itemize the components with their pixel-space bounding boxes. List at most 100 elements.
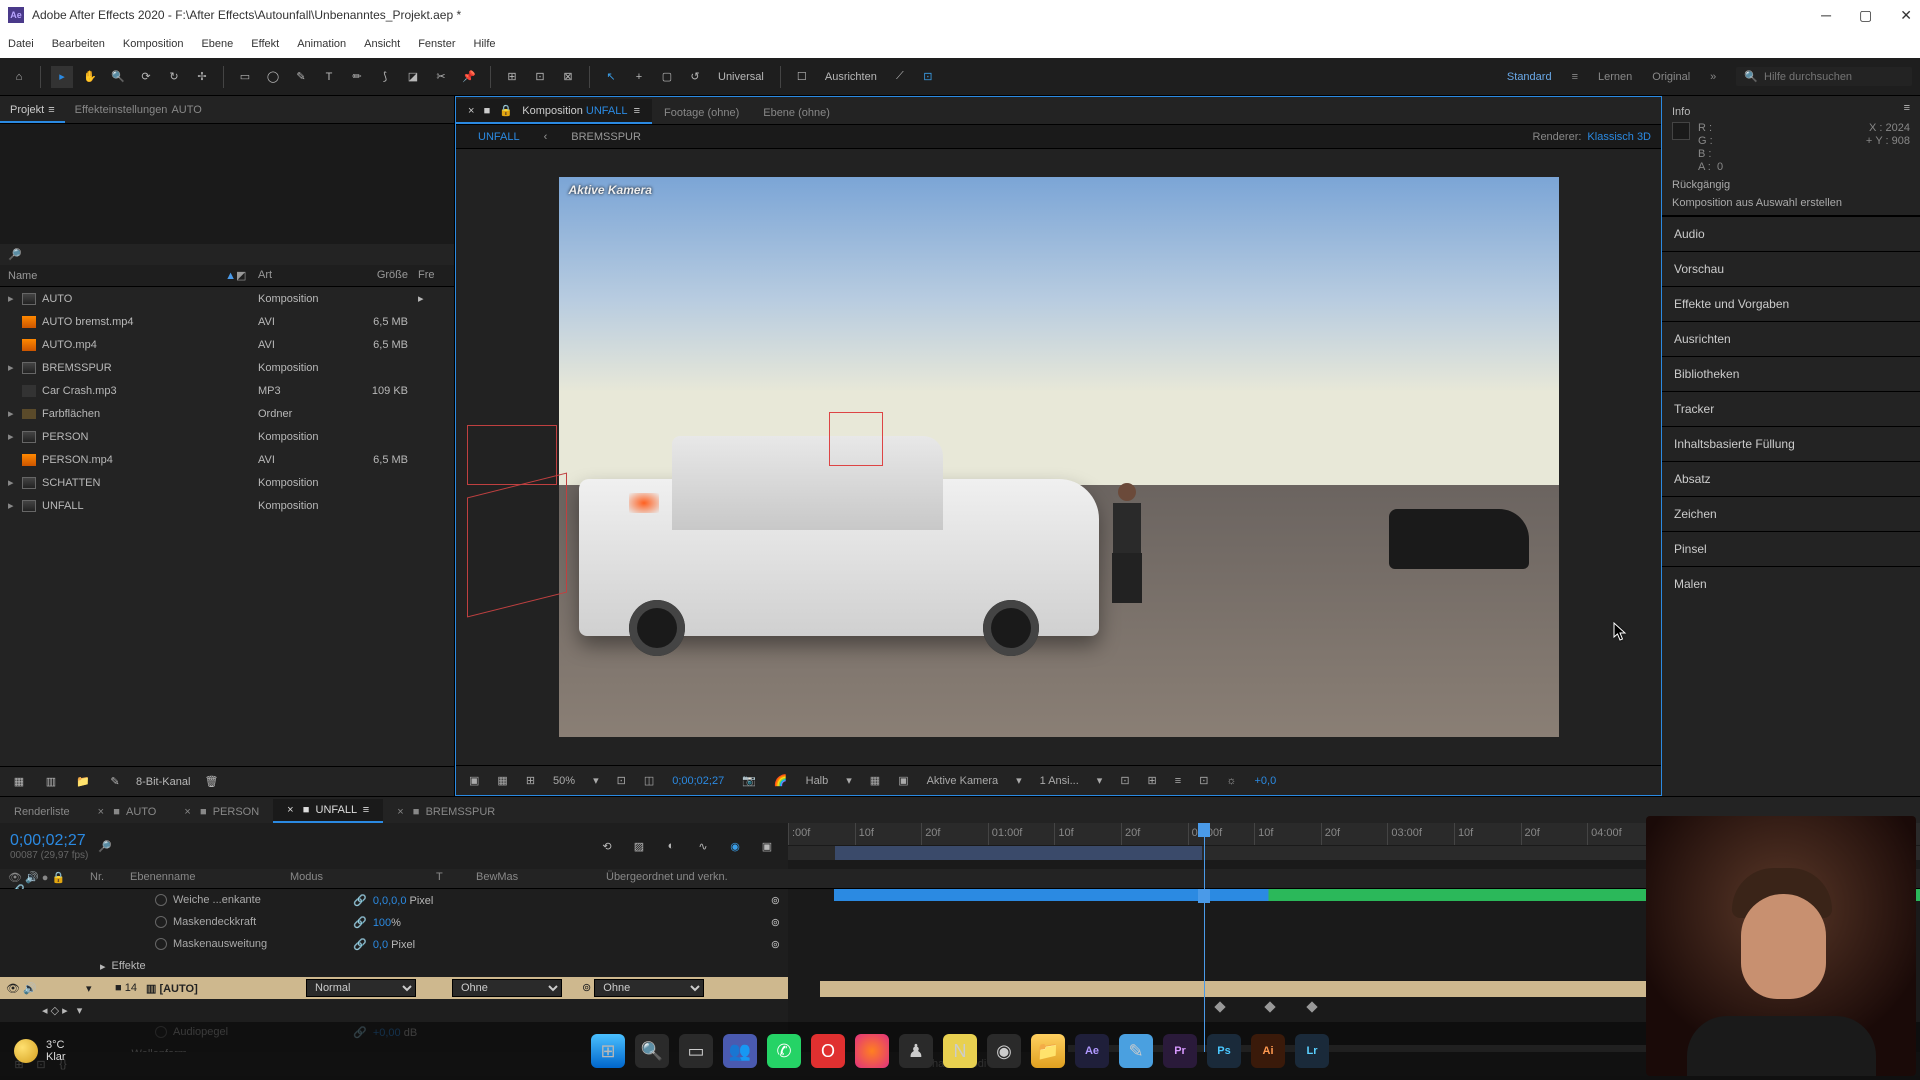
graph-editor-icon[interactable]: ∿ (692, 835, 714, 857)
project-item[interactable]: ▸UNFALLKomposition (0, 494, 454, 517)
track-matte-select[interactable]: Ohne (452, 979, 562, 997)
new-folder-icon[interactable]: 📁 (72, 771, 94, 793)
panel-menu-icon[interactable]: ≡ (1904, 102, 1910, 122)
workspace-menu-icon[interactable]: ≡ (1572, 71, 1578, 83)
collapsed-panel[interactable]: Malen (1662, 566, 1920, 601)
project-item[interactable]: Car Crash.mp3MP3109 KB (0, 379, 454, 402)
timeline-tab[interactable]: × ■ AUTO (84, 801, 171, 823)
maximize-button[interactable]: ▢ (1859, 7, 1872, 24)
timeline-tab[interactable]: × ■ UNFALL ≡ (273, 799, 383, 823)
universal-label[interactable]: Universal (712, 68, 770, 86)
photoshop-icon[interactable]: Ps (1207, 1034, 1241, 1068)
view-axis-mode-icon[interactable]: ⊠ (557, 66, 579, 88)
menu-animation[interactable]: Animation (297, 38, 346, 50)
grid-icon[interactable]: ▦ (865, 772, 885, 789)
stopwatch-icon[interactable] (155, 894, 167, 906)
project-item[interactable]: ▸PERSONKomposition (0, 425, 454, 448)
col-header-type[interactable]: Art (258, 269, 348, 282)
collapsed-panel[interactable]: Inhaltsbasierte Füllung (1662, 426, 1920, 461)
audio-twirl[interactable]: ◂ ◇ ▸ ▾ (0, 999, 788, 1021)
collapsed-panel[interactable]: Tracker (1662, 391, 1920, 426)
motion-blur-toggle-icon[interactable]: ◐ (660, 835, 682, 857)
lightroom-icon[interactable]: Lr (1295, 1034, 1329, 1068)
close-button[interactable]: ✕ (1900, 7, 1912, 24)
collapsed-panel[interactable]: Bibliotheken (1662, 356, 1920, 391)
help-search-input[interactable] (1764, 71, 1904, 83)
project-item[interactable]: AUTO bremst.mp4AVI6,5 MB (0, 310, 454, 333)
hand-tool-icon[interactable]: ✋ (79, 66, 101, 88)
crop-ratio-icon[interactable]: ⊡ (612, 772, 631, 789)
collapsed-panel[interactable]: Audio (1662, 216, 1920, 251)
collapsed-panel[interactable]: Effekte und Vorgaben (1662, 286, 1920, 321)
eraser-tool-icon[interactable]: ◪ (402, 66, 424, 88)
parent-select[interactable]: Ohne (594, 979, 704, 997)
keyframe[interactable] (1306, 1001, 1317, 1012)
menu-bearbeiten[interactable]: Bearbeiten (52, 38, 105, 50)
project-item[interactable]: AUTO.mp4AVI6,5 MB (0, 333, 454, 356)
workspace-original[interactable]: Original (1652, 71, 1690, 83)
col-header-layername[interactable]: Ebenenname (126, 869, 286, 888)
stopwatch-icon[interactable] (155, 938, 167, 950)
workspace-standard[interactable]: Standard (1507, 71, 1552, 83)
bezier-vertex-icon[interactable]: ↖ (600, 66, 622, 88)
orbit-camera-tool-icon[interactable]: ⟳ (135, 66, 157, 88)
layer-auto[interactable]: 👁 🔊 ▾ ■ 14 ▥ [AUTO] Normal Ohne ⊚ Ohne (0, 977, 788, 999)
menu-effekt[interactable]: Effekt (251, 38, 279, 50)
prop-maskenausweitung[interactable]: Maskenausweitung 🔗 0,0 Pixel ⊚ (0, 933, 788, 955)
always-preview-toggle-icon[interactable]: ▣ (464, 772, 484, 789)
menu-ansicht[interactable]: Ansicht (364, 38, 400, 50)
illustrator-icon[interactable]: Ai (1251, 1034, 1285, 1068)
col-header-parent[interactable]: Übergeordnet und verkn. (602, 869, 788, 888)
col-header-fre[interactable]: Fre (418, 269, 448, 282)
comp-viewer-tab[interactable]: × ■ 🔒 Komposition UNFALL ≡ (456, 99, 652, 124)
rotation-tool-icon[interactable]: ↻ (163, 66, 185, 88)
frame-blend-toggle-icon[interactable]: ▨ (628, 835, 650, 857)
brush-tool-icon[interactable]: ✏ (346, 66, 368, 88)
exposure-value[interactable]: +0,0 (1250, 773, 1282, 789)
project-item[interactable]: ▸SCHATTENKomposition (0, 471, 454, 494)
puppet-pin-tool-icon[interactable]: 📌 (458, 66, 480, 88)
snap-edge-icon[interactable]: ⊡ (917, 66, 939, 88)
premiere-icon[interactable]: Pr (1163, 1034, 1197, 1068)
resolution-select[interactable]: Halb (801, 773, 834, 789)
obs-icon[interactable]: ◉ (987, 1034, 1021, 1068)
prop-maskendeckkraft[interactable]: Maskendeckkraft 🔗 100% ⊚ (0, 911, 788, 933)
effect-controls-tab[interactable]: Effekteinstellungen AUTO (65, 99, 212, 123)
layer-viewer-tab[interactable]: Ebene (ohne) (751, 102, 842, 124)
workspace-overflow-icon[interactable]: » (1710, 71, 1716, 83)
flowchart-icon[interactable]: ⊡ (1194, 772, 1213, 789)
explorer-icon[interactable]: 📁 (1031, 1034, 1065, 1068)
workspace-lernen[interactable]: Lernen (1598, 71, 1632, 83)
timeline-icon[interactable]: ≡ (1170, 773, 1186, 789)
new-adjustment-icon[interactable]: ✎ (104, 771, 126, 793)
collapsed-panel[interactable]: Vorschau (1662, 251, 1920, 286)
start-button[interactable]: ⊞ (591, 1034, 625, 1068)
menu-ebene[interactable]: Ebene (201, 38, 233, 50)
project-item[interactable]: ▸AUTOKomposition▸ (0, 287, 454, 310)
roto-brush-tool-icon[interactable]: ✂ (430, 66, 452, 88)
renderer-select[interactable]: Klassisch 3D (1587, 131, 1651, 143)
notepad-icon[interactable]: ✎ (1119, 1034, 1153, 1068)
pixel-aspect-icon[interactable]: ⊡ (1115, 772, 1134, 789)
home-icon[interactable]: ⌂ (8, 66, 30, 88)
clone-stamp-tool-icon[interactable]: ⟆ (374, 66, 396, 88)
selection-tool-icon[interactable]: ▸ (51, 66, 73, 88)
project-item[interactable]: ▸FarbflächenOrdner (0, 402, 454, 425)
roi-icon[interactable]: ◫ (639, 772, 659, 789)
col-header-label[interactable]: ◩ (236, 269, 258, 282)
minimize-button[interactable]: ─ (1821, 7, 1831, 24)
firefox-icon[interactable] (855, 1034, 889, 1068)
blend-mode-select[interactable]: Normal (306, 979, 416, 997)
rect-tool-icon[interactable]: ▭ (234, 66, 256, 88)
shape-mode-icon[interactable]: ▢ (656, 66, 678, 88)
menu-fenster[interactable]: Fenster (418, 38, 455, 50)
chess-icon[interactable]: ♟ (899, 1034, 933, 1068)
views-select[interactable]: 1 Ansi... (1035, 773, 1084, 789)
refresh-icon[interactable]: ↺ (684, 66, 706, 88)
menu-hilfe[interactable]: Hilfe (474, 38, 496, 50)
ellipse-tool-icon[interactable]: ◯ (262, 66, 284, 88)
collapsed-panel[interactable]: Ausrichten (1662, 321, 1920, 356)
stopwatch-icon[interactable] (155, 916, 167, 928)
col-header-t[interactable]: T (432, 869, 472, 888)
mask-visibility-icon[interactable]: ⊞ (521, 772, 540, 789)
